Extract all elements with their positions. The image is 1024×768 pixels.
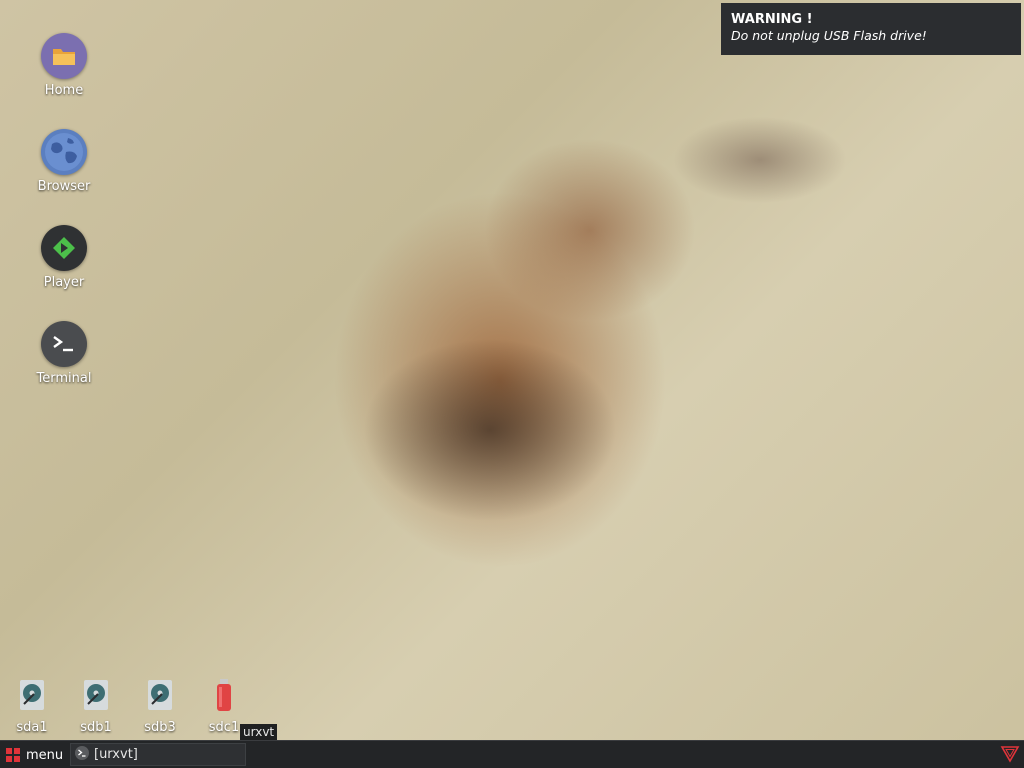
menu-grid-icon [6,748,20,762]
network-triangle-icon[interactable] [1000,745,1020,767]
desktop-icon-label: Terminal [36,371,92,386]
terminal-icon [41,321,87,367]
desktop-icon-browser[interactable]: Browser [19,129,109,194]
drive-sda1[interactable]: sda1 [7,678,57,735]
folder-icon [41,33,87,79]
task-label: [urxvt] [94,747,138,762]
menu-label: menu [26,747,64,763]
task-urxvt[interactable]: [urxvt] [70,743,246,766]
hard-drive-icon [84,680,108,710]
desktop-icon-player[interactable]: Player [19,225,109,290]
desktop-icon-label: Browser [37,179,91,194]
drive-sdb3[interactable]: sdb3 [135,678,185,735]
desktop-icon-label: Home [44,83,84,98]
taskbar: menu [urxvt] [0,740,1024,768]
drive-label: sda1 [16,720,48,735]
drive-label: sdb3 [144,720,176,735]
desktop-icon-home[interactable]: Home [19,33,109,98]
menu-button[interactable]: menu [2,743,66,767]
globe-icon [41,129,87,175]
notification-title: WARNING ! [731,12,813,27]
hard-drive-icon [148,680,172,710]
desktop-wallpaper [0,0,1024,740]
usb-drive-icon [217,679,231,711]
desktop-icon-label: Player [43,275,85,290]
drive-label: sdb1 [80,720,112,735]
notification-body: Do not unplug USB Flash drive! [731,28,927,43]
desktop-icon-terminal[interactable]: Terminal [19,321,109,386]
play-icon [41,225,87,271]
drive-sdb1[interactable]: sdb1 [71,678,121,735]
hard-drive-icon [20,680,44,710]
terminal-icon [75,745,89,764]
taskbar-tooltip: urxvt [240,724,278,741]
warning-notification[interactable]: WARNING ! Do not unplug USB Flash drive! [721,3,1021,55]
